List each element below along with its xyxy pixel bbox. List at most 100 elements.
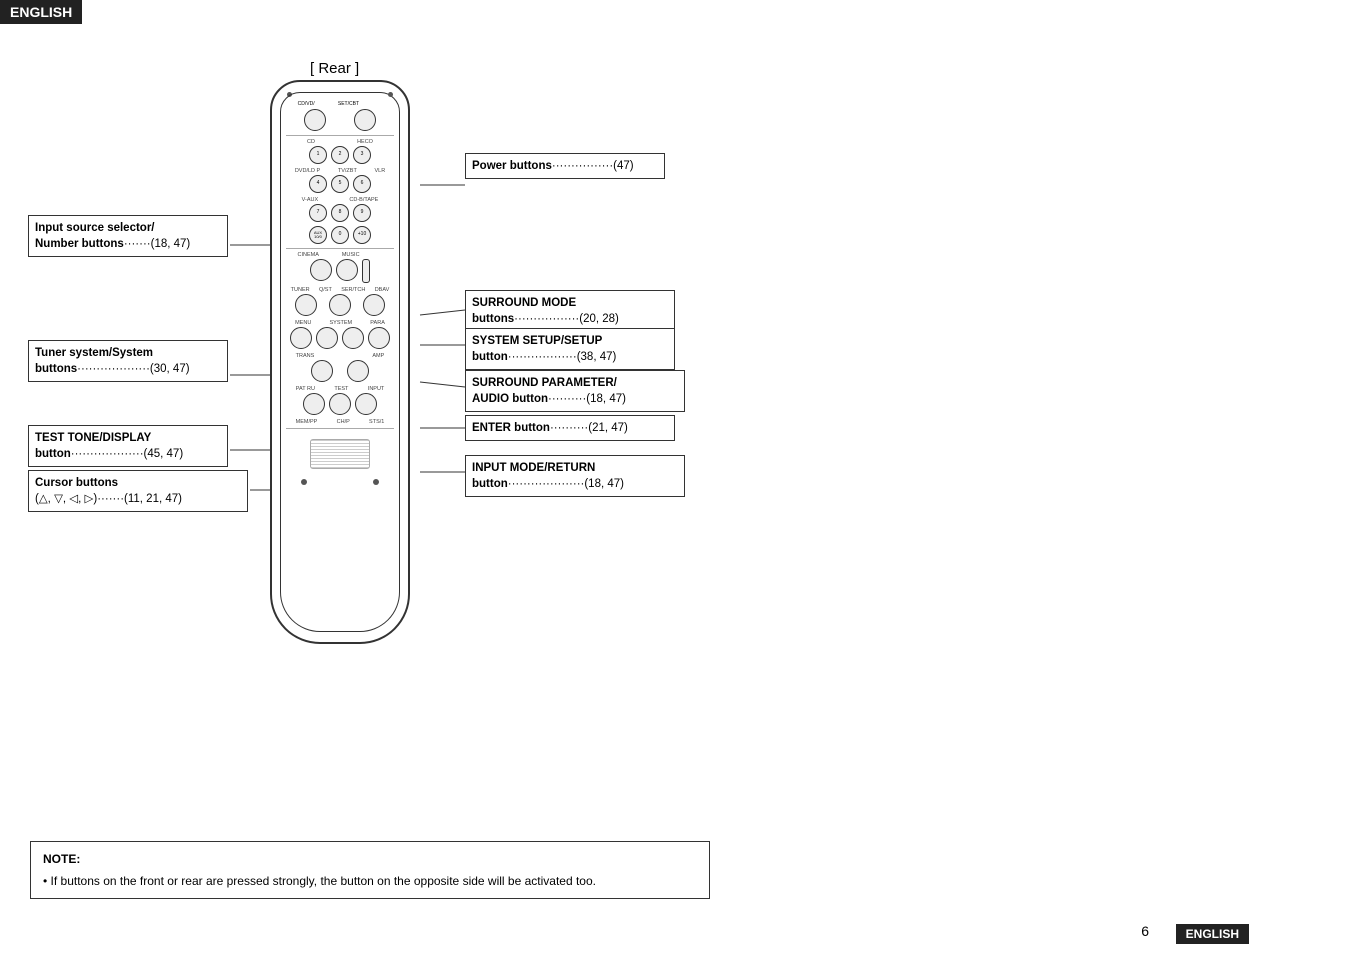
input-source-ref: ·······(18, 47) [124, 238, 190, 250]
system-btn [295, 294, 317, 316]
system-setup-ref: ··················(38, 47) [508, 351, 617, 363]
annotation-system-setup: SYSTEM SETUP/SETUP button···············… [465, 328, 675, 370]
ctrl-labels-4: PAT RUTESTINPUT [286, 386, 394, 392]
annotation-surround-param: SURROUND PARAMETER/ AUDIO button········… [465, 370, 685, 412]
surround-param-line1: SURROUND PARAMETER/ [472, 377, 617, 389]
surround-param-ref: ··········(18, 47) [548, 393, 626, 405]
power-ref: ················(47) [552, 160, 634, 172]
note-box: NOTE: • If buttons on the front or rear … [30, 841, 710, 899]
param-btn-3 [368, 327, 390, 349]
speaker-grill [310, 439, 370, 469]
power-btn-1 [304, 109, 326, 131]
page-number: 6 [1141, 923, 1149, 939]
surround-param-line2: AUDIO button [472, 393, 548, 405]
annotation-enter: ENTER button··········(21, 47) [465, 415, 675, 441]
input-source-line2: Number buttons [35, 238, 124, 250]
btn-7: 7 [309, 204, 327, 222]
divider-2 [286, 248, 394, 249]
input-mode-line1: INPUT MODE/RETURN [472, 462, 595, 474]
system-row [286, 294, 394, 316]
remote-inner: CD/VD/ SET/CBT CDHECO 1 [280, 92, 400, 632]
tuner-line2: buttons [35, 363, 77, 375]
cursor-line2: (△, ▽, ◁, ▷) [35, 493, 97, 505]
param-btn-1 [316, 327, 338, 349]
ctrl-labels-3: TRANSAMP [286, 353, 394, 359]
btn-0: 0 [331, 226, 349, 244]
surround-mode-ref: ·················(20, 28) [514, 313, 619, 325]
annotation-power: Power buttons················(47) [465, 153, 665, 179]
mode-labels: CINEMAMUSIC [286, 252, 394, 258]
bottom-dot-right [373, 479, 379, 485]
num-labels-2: DVD/LD PTV/ZBTVLR [286, 168, 394, 174]
system-setup-line1: SYSTEM SETUP/SETUP [472, 335, 602, 347]
ctrl-labels: TUNERQ/STSER/TCHDBAV [286, 287, 394, 293]
bottom-dots [286, 479, 394, 485]
divider-1 [286, 135, 394, 136]
annotation-tuner: Tuner system/System buttons·············… [28, 340, 228, 382]
num-labels-3: V-AUXCD-B/TAPE [286, 197, 394, 203]
btn-1: 1 [309, 146, 327, 164]
surround-mode-line1: SURROUND MODE [472, 297, 576, 309]
annotation-input-source: Input source selector/ Number buttons···… [28, 215, 228, 257]
rear-label: [ Rear ] [310, 60, 359, 77]
remote-diagram: CD/VD/ SET/CBT CDHECO 1 [265, 80, 415, 644]
annotation-cursor: Cursor buttons (△, ▽, ◁, ▷)·······(11, 2… [28, 470, 248, 512]
setup-btn-2 [363, 294, 385, 316]
surround-btn-1 [310, 259, 332, 281]
annotation-test-tone: TEST TONE/DISPLAY button················… [28, 425, 228, 467]
system-setup-line2: button [472, 351, 508, 363]
inputmode-btn [303, 393, 325, 415]
test-tone-line2: button [35, 448, 71, 460]
input-mode-ref: ····················(18, 47) [508, 478, 624, 490]
menu-btn [290, 327, 312, 349]
param-row [286, 327, 394, 349]
btn-8: 8 [331, 204, 349, 222]
footer-english-label: ENGLISH [1176, 924, 1249, 944]
remote-body: CD/VD/ SET/CBT CDHECO 1 [270, 80, 410, 644]
ctrl-labels-2: MENUSYSTEMPARA [286, 320, 394, 326]
num-row-4: AUX10/0 0 +10 [286, 226, 394, 244]
note-title: NOTE: [43, 850, 697, 868]
annotation-surround-mode: SURROUND MODE buttons·················(2… [465, 290, 675, 332]
input-mode-line2: button [472, 478, 508, 490]
input-source-title: Input source selector/ [35, 222, 155, 234]
power-btn-row [286, 109, 394, 131]
btn-aux: AUX10/0 [309, 226, 327, 244]
btn-4: 4 [309, 175, 327, 193]
surround-btn-3 [362, 259, 370, 283]
return-btn [329, 393, 351, 415]
param-btn-2 [342, 327, 364, 349]
btn-6: 6 [353, 175, 371, 193]
setup-btn [329, 294, 351, 316]
annotation-input-mode: INPUT MODE/RETURN button················… [465, 455, 685, 497]
tuner-ref: ···················(30, 47) [77, 363, 189, 375]
power-btn-2 [354, 109, 376, 131]
bottom-dot-left [301, 479, 307, 485]
ctrl-labels-5: MEM/PPCH/PSTS/1 [286, 419, 394, 425]
btn-3: 3 [353, 146, 371, 164]
surround-row [286, 259, 394, 283]
num-row-1: 1 2 3 [286, 146, 394, 164]
btn-5: 5 [331, 175, 349, 193]
btn-2: 2 [331, 146, 349, 164]
input-btn-3 [355, 393, 377, 415]
note-text: • If buttons on the front or rear are pr… [43, 872, 697, 890]
num-labels: CDHECO [286, 139, 394, 145]
btn-9: 9 [353, 204, 371, 222]
cursor-line1: Cursor buttons [35, 477, 118, 489]
surround-mode-line2: buttons [472, 313, 514, 325]
power-title: Power buttons [472, 160, 552, 172]
divider-3 [286, 428, 394, 429]
main-content: [ Rear ] CD/VD/ SET/C [0, 20, 1349, 890]
cursor-ref: ·······(11, 21, 47) [97, 493, 182, 505]
input-row [286, 393, 394, 415]
test-tone-line1: TEST TONE/DISPLAY [35, 432, 151, 444]
surround-btn-2 [336, 259, 358, 281]
tuner-line1: Tuner system/System [35, 347, 153, 359]
test-tone-ref: ···················(45, 47) [71, 448, 183, 460]
top-labels: CD/VD/ SET/CBT [286, 101, 394, 107]
enter-row [286, 360, 394, 382]
num-row-2: 4 5 6 [286, 175, 394, 193]
btn-plus10: +10 [353, 226, 371, 244]
enter-ref: ··········(21, 47) [550, 422, 628, 434]
